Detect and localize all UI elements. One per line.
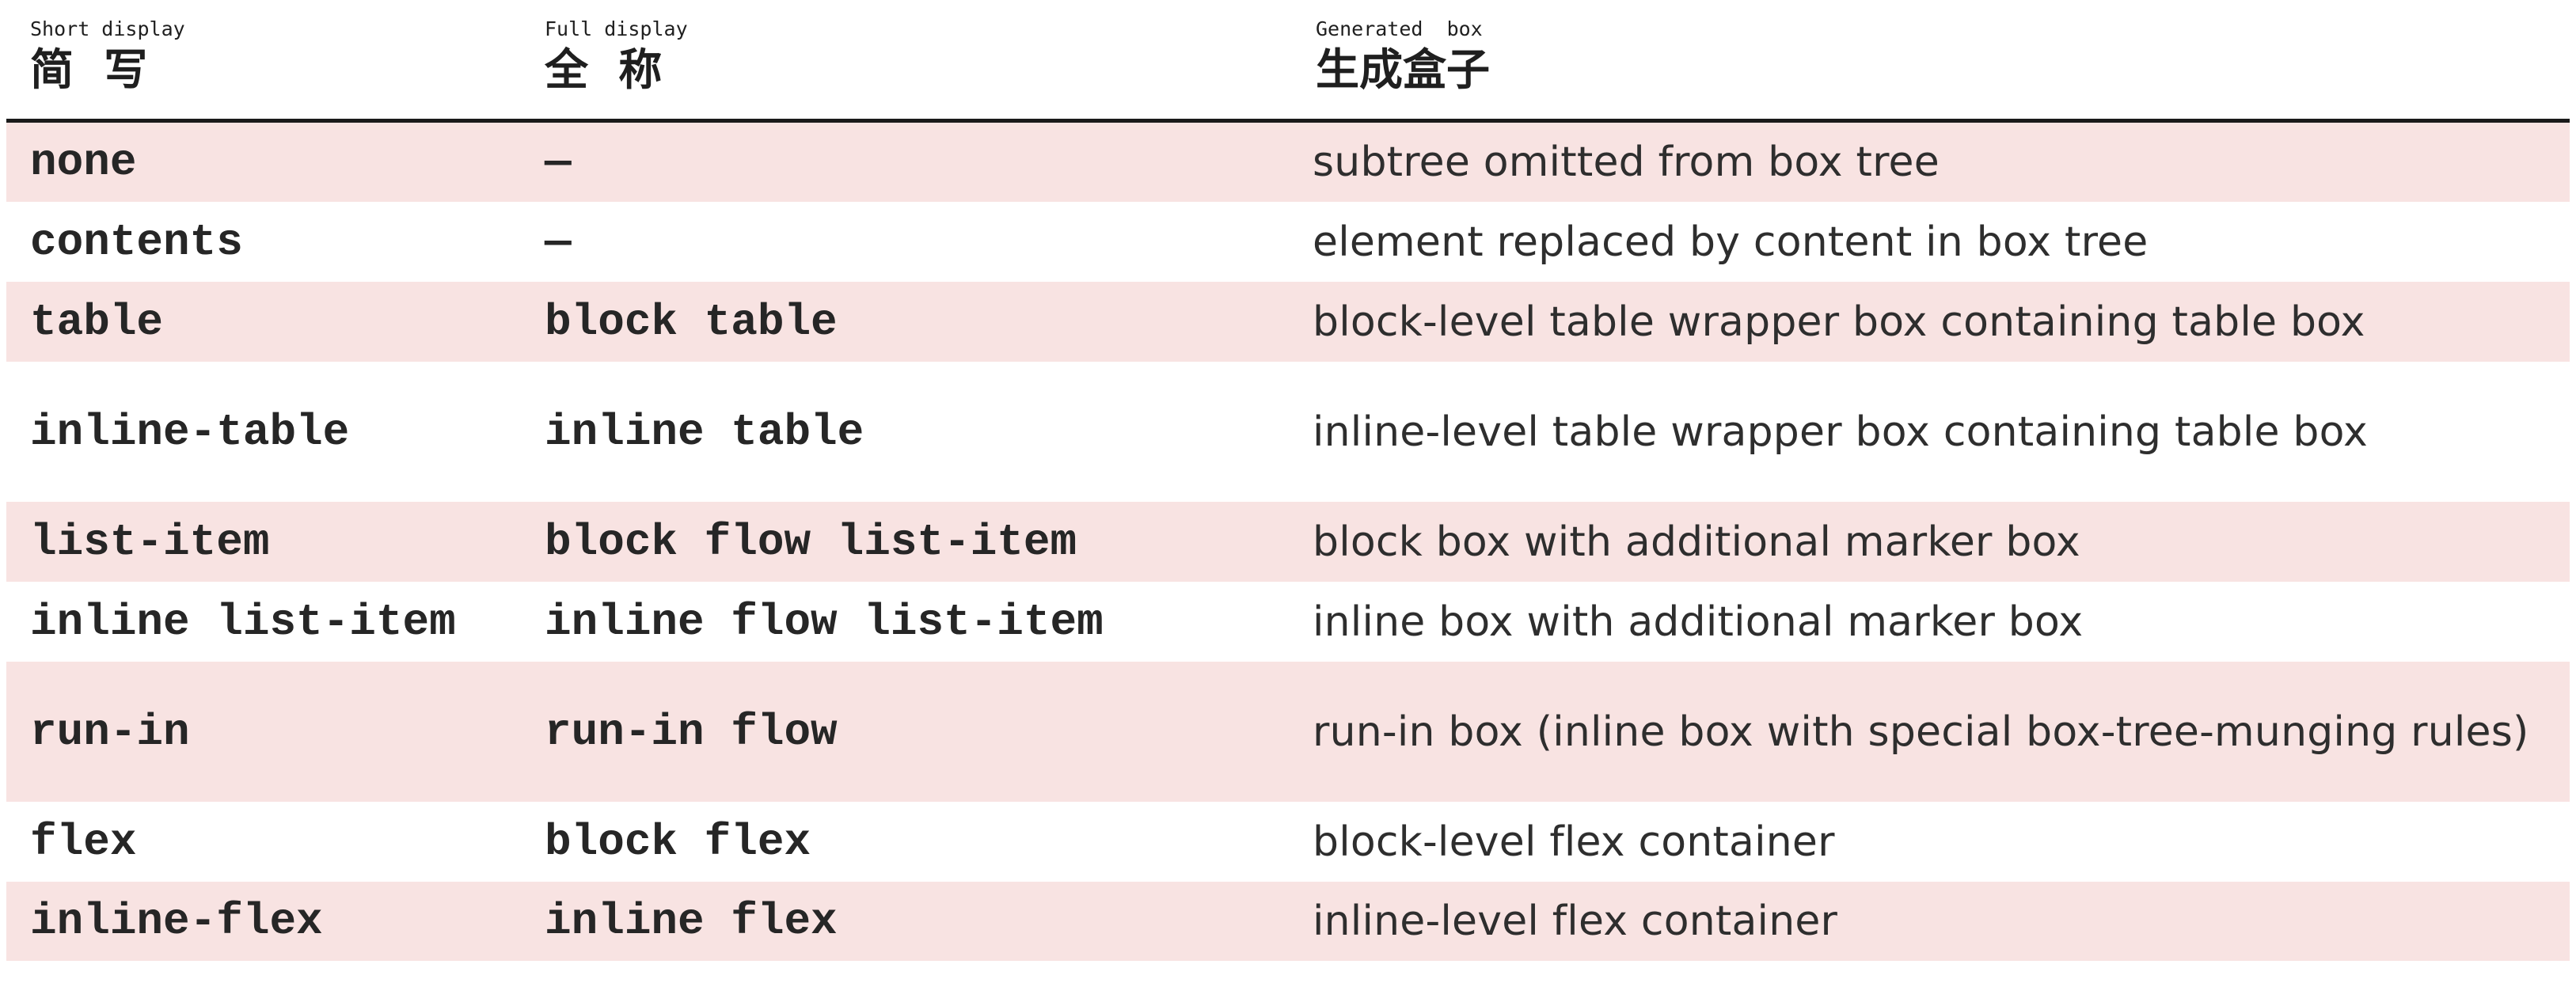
generated-box-cell: block-level table wrapper box containing…	[1313, 298, 2365, 346]
table-row: none — subtree omitted from box tree	[6, 123, 2570, 202]
table-row: inline list-item inline flow list-item i…	[6, 582, 2570, 662]
header-full-display-label: Full display	[545, 17, 688, 40]
table-body: none — subtree omitted from box tree con…	[6, 123, 2570, 961]
full-display-cell: inline flow list-item	[545, 596, 1104, 647]
generated-box-cell: block-level flex container	[1313, 818, 1835, 866]
display-table: Short display 简 写 Full display 全 称 Gener…	[6, 8, 2570, 961]
table-row: list-item block flow list-item block box…	[6, 502, 2570, 582]
header-full-display: Full display 全 称	[545, 16, 688, 95]
header-short-display: Short display 简 写	[30, 16, 185, 95]
short-display-cell: contents	[30, 216, 243, 268]
full-display-cell: run-in flow	[545, 706, 838, 757]
short-display-cell: inline list-item	[30, 596, 456, 647]
short-display-cell: run-in	[30, 706, 190, 757]
header-short-display-label: Short display	[30, 17, 185, 40]
header-full-display-zh: 全 称	[545, 44, 663, 95]
full-display-cell: block table	[545, 296, 838, 347]
header-generated-box-label: Generated box	[1316, 17, 1483, 40]
full-display-cell: block flow list-item	[545, 516, 1077, 567]
short-display-cell: none	[30, 137, 137, 188]
short-display-cell: table	[30, 296, 164, 347]
full-display-cell: —	[545, 137, 572, 188]
full-display-cell: —	[545, 216, 572, 268]
table-row: flex block flex block-level flex contain…	[6, 802, 2570, 882]
full-display-cell: inline flex	[545, 896, 838, 947]
full-display-cell: block flex	[545, 816, 811, 867]
header-generated-box: Generated box 生成盒子	[1316, 16, 1490, 95]
short-display-cell: flex	[30, 816, 137, 867]
table-row: run-in run-in flow run-in box (inline bo…	[6, 662, 2570, 802]
generated-box-cell: block box with additional marker box	[1313, 518, 2080, 566]
header-generated-box-zh: 生成盒子	[1316, 44, 1491, 95]
table-row: inline-table inline table inline-level t…	[6, 362, 2570, 502]
header-short-display-zh: 简 写	[30, 44, 148, 95]
table-row: contents — element replaced by content i…	[6, 202, 2570, 282]
table-row: table block table block-level table wrap…	[6, 282, 2570, 362]
generated-box-cell: subtree omitted from box tree	[1313, 139, 1940, 186]
generated-box-cell: element replaced by content in box tree	[1313, 218, 2149, 266]
short-display-cell: list-item	[30, 516, 270, 567]
generated-box-cell: inline-level table wrapper box containin…	[1313, 408, 2369, 456]
table-header: Short display 简 写 Full display 全 称 Gener…	[6, 8, 2570, 123]
full-display-cell: inline table	[545, 406, 864, 457]
generated-box-cell: run-in box (inline box with special box-…	[1313, 708, 2529, 756]
short-display-cell: inline-flex	[30, 896, 323, 947]
short-display-cell: inline-table	[30, 406, 350, 457]
generated-box-cell: inline box with additional marker box	[1313, 598, 2084, 646]
generated-box-cell: inline-level flex container	[1313, 898, 1838, 945]
table-row: inline-flex inline flex inline-level fle…	[6, 882, 2570, 961]
